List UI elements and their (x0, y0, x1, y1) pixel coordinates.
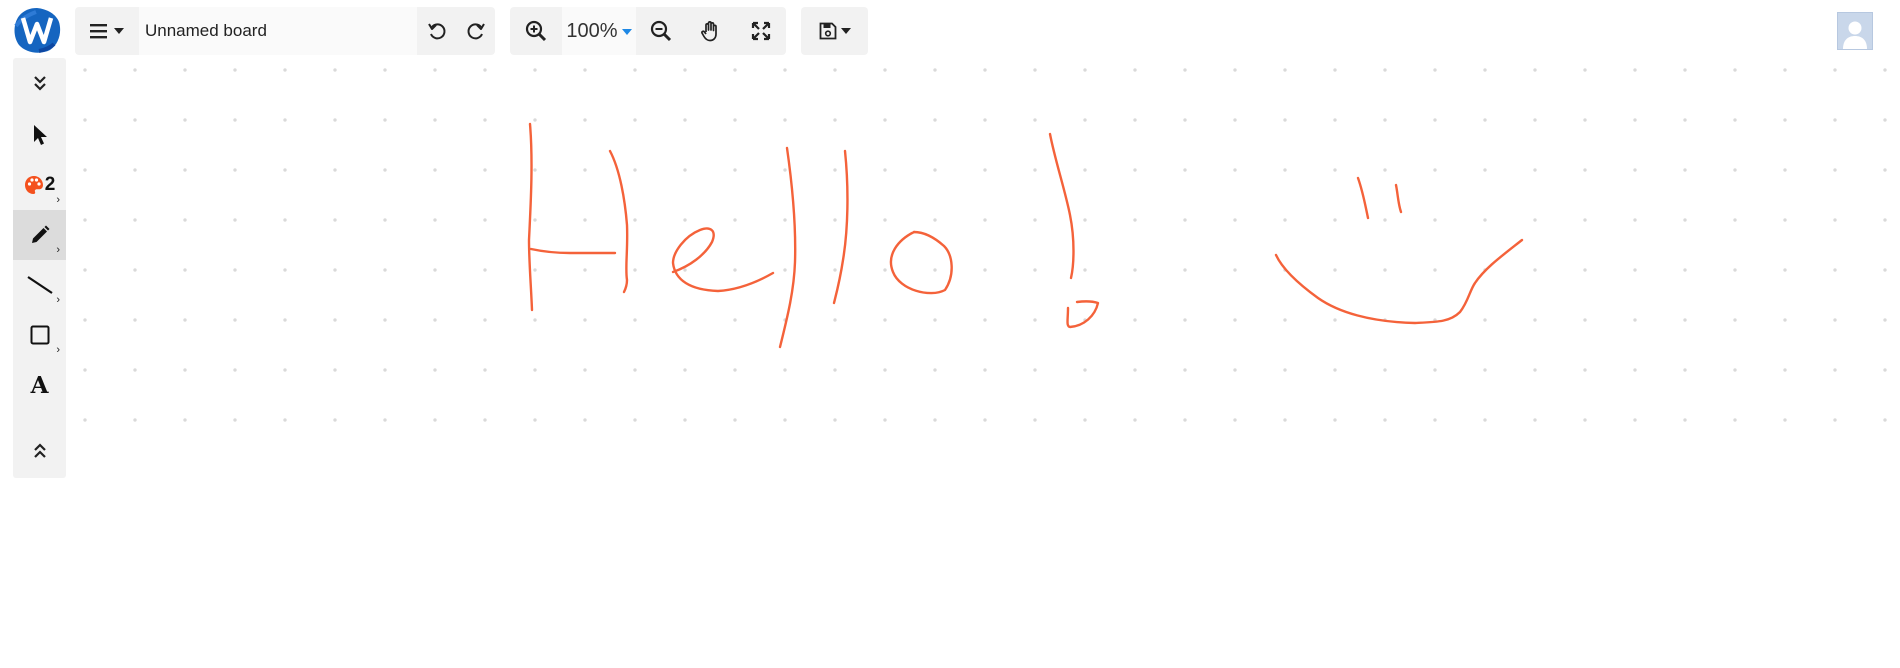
redo-button[interactable] (456, 7, 495, 55)
logo-icon (14, 8, 61, 53)
zoom-out-icon (650, 20, 672, 42)
undo-icon (427, 23, 445, 40)
hamburger-menu-icon (90, 24, 107, 39)
zoom-in-icon (525, 20, 547, 42)
line-icon (26, 276, 53, 294)
chevron-down-icon (840, 28, 851, 34)
color-tool-button[interactable]: 2 › (13, 160, 66, 210)
board-name-field[interactable]: Unnamed board (139, 7, 417, 55)
save-toolbar (801, 7, 868, 55)
chevron-right-icon: › (56, 344, 60, 356)
chevron-down-icon (114, 28, 124, 34)
user-avatar-icon (1843, 21, 1867, 49)
undo-button[interactable] (417, 7, 456, 55)
cursor-arrow-icon (33, 125, 47, 145)
pencil-tool-button[interactable]: › (13, 210, 66, 260)
collapse-tools-button[interactable] (13, 58, 66, 108)
select-tool-button[interactable] (13, 110, 66, 160)
whiteboard-canvas[interactable] (0, 0, 1900, 668)
chevron-double-up-icon (33, 443, 46, 458)
chevron-right-icon: › (56, 244, 60, 256)
chevron-double-down-icon (33, 76, 46, 91)
user-avatar[interactable] (1837, 12, 1873, 50)
app-logo[interactable] (12, 6, 62, 54)
hand-icon (701, 21, 717, 42)
zoom-in-button[interactable] (510, 7, 562, 55)
fullscreen-icon (751, 21, 771, 41)
dot-grid (60, 45, 1900, 465)
zoom-level-dropdown[interactable]: 100% (562, 7, 636, 55)
save-button[interactable] (801, 7, 868, 55)
board-name-text: Unnamed board (145, 21, 267, 40)
menu-button[interactable] (75, 7, 139, 55)
fullscreen-button[interactable] (736, 7, 786, 55)
rectangle-icon (30, 325, 49, 345)
redo-icon (467, 23, 485, 40)
hand-tool-button[interactable] (686, 7, 736, 55)
expand-tools-button[interactable] (13, 426, 66, 476)
chevron-right-icon: › (56, 194, 60, 206)
line-tool-button[interactable]: › (13, 260, 66, 310)
zoom-out-button[interactable] (636, 7, 686, 55)
chevron-down-icon (621, 29, 632, 35)
color-size-badge: 2 (44, 174, 56, 195)
tools-sidebar: 2 › › › › A (13, 58, 66, 478)
zoom-toolbar: 100% (510, 7, 786, 55)
text-tool-button[interactable]: A (13, 360, 66, 410)
palette-icon (24, 176, 43, 194)
pencil-icon (31, 225, 49, 243)
zoom-level-text: 100% (566, 19, 618, 42)
save-icon (819, 22, 836, 40)
rectangle-tool-button[interactable]: › (13, 310, 66, 360)
board-toolbar: Unnamed board (75, 7, 495, 55)
chevron-right-icon: › (56, 294, 60, 306)
text-icon: A (30, 371, 49, 399)
